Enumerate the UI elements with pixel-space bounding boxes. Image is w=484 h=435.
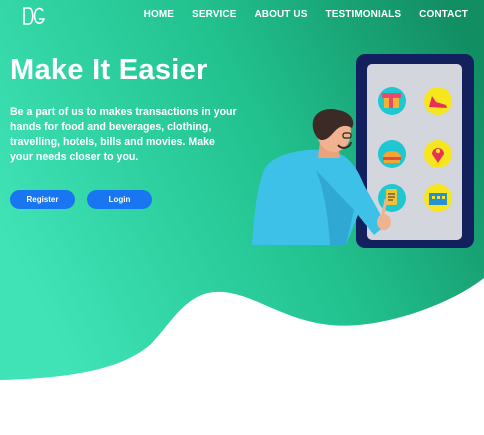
bill-icon (378, 184, 406, 212)
nav-service[interactable]: SERVICE (192, 9, 236, 20)
shoe-icon (424, 87, 452, 115)
hero-description: Be a part of us to makes transactions in… (10, 106, 237, 163)
main-nav: HOME SERVICE ABOUT US TESTIMONIALS CONTA… (144, 9, 468, 20)
hero-illustration (252, 54, 474, 248)
nav-contact[interactable]: CONTACT (419, 9, 468, 20)
login-button[interactable]: Login (87, 190, 152, 209)
gift-icon (378, 87, 406, 115)
hero-section: HOME SERVICE ABOUT US TESTIMONIALS CONTA… (0, 0, 484, 435)
food-icon (378, 140, 406, 168)
register-button[interactable]: Register (10, 190, 75, 209)
nav-home[interactable]: HOME (144, 9, 174, 20)
hero-title: Make It Easier (10, 54, 208, 86)
nav-about-us[interactable]: ABOUT US (254, 9, 307, 20)
dg-logo[interactable] (22, 6, 46, 26)
location-icon (424, 140, 452, 168)
hotel-icon (424, 184, 452, 212)
nav-testimonials[interactable]: TESTIMONIALS (326, 9, 402, 20)
